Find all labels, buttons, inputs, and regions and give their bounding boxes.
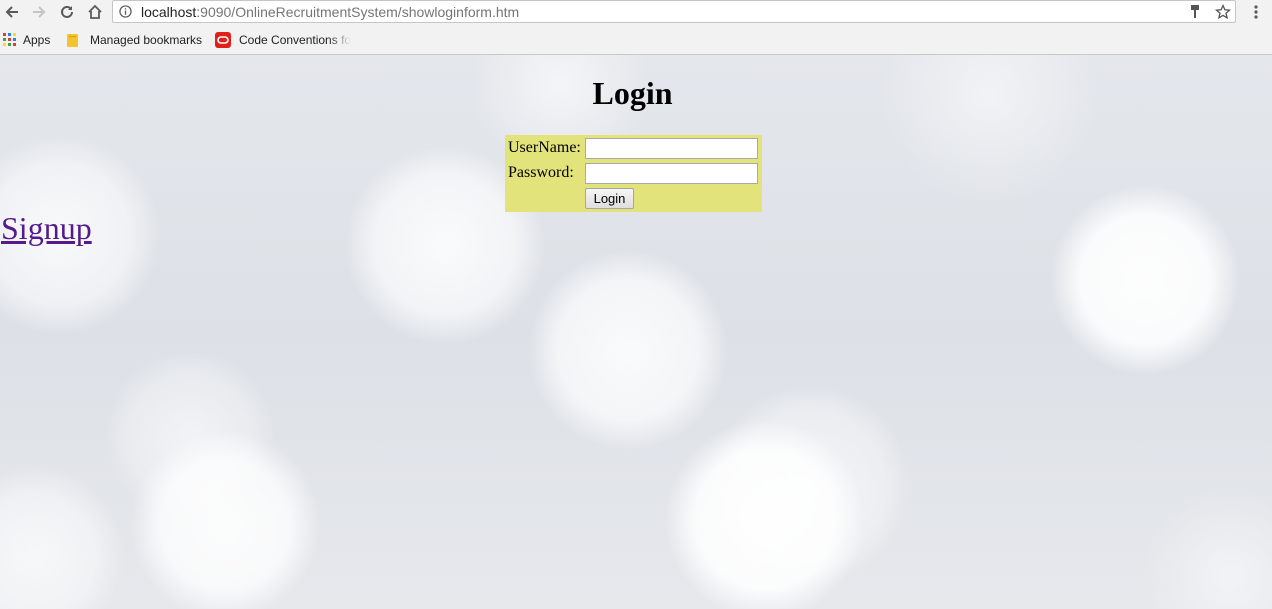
password-label: Password: <box>508 164 574 181</box>
info-icon[interactable] <box>119 5 132 18</box>
bookmark-managed[interactable]: Managed bookmarks <box>66 31 202 49</box>
oracle-icon <box>215 32 231 48</box>
username-label: UserName: <box>508 139 581 156</box>
folder-icon <box>67 34 78 47</box>
reload-icon[interactable] <box>56 2 78 22</box>
back-arrow-icon[interactable] <box>1 2 23 22</box>
login-button[interactable]: Login <box>585 188 634 209</box>
url-text: localhost:9090/OnlineRecruitmentSystem/s… <box>141 4 519 20</box>
bookmark-label: Code Conventions fo <box>239 33 351 47</box>
login-form: UserName: Password: Login <box>505 135 762 212</box>
page-title: Login <box>592 75 673 111</box>
username-input[interactable] <box>585 138 758 159</box>
bookmark-code-conventions[interactable]: Code Conventions fo <box>215 31 351 49</box>
page-content: Login UserName: Password: Login Signup <box>0 55 1272 609</box>
bookmark-label: Apps <box>23 33 51 47</box>
address-bar[interactable]: localhost:9090/OnlineRecruitmentSystem/s… <box>112 0 1236 23</box>
cast-icon[interactable] <box>1187 4 1203 20</box>
bookmarks-bar: Apps Managed bookmarks Code Conventions … <box>0 28 1272 52</box>
signup-link[interactable]: Signup <box>1 210 92 247</box>
star-bookmark-icon[interactable] <box>1215 4 1231 20</box>
browser-chrome: localhost:9090/OnlineRecruitmentSystem/s… <box>0 0 1272 55</box>
apps-grid-icon <box>3 33 16 46</box>
bookmark-apps[interactable]: Apps <box>3 31 50 49</box>
home-icon[interactable] <box>84 2 106 22</box>
url-path: :9090/OnlineRecruitmentSystem/showloginf… <box>196 4 520 20</box>
forward-arrow-icon[interactable] <box>28 2 50 22</box>
more-menu-icon[interactable] <box>1248 3 1264 21</box>
url-host: localhost <box>141 4 197 20</box>
password-input[interactable] <box>585 163 758 184</box>
bookmark-label: Managed bookmarks <box>90 33 203 47</box>
